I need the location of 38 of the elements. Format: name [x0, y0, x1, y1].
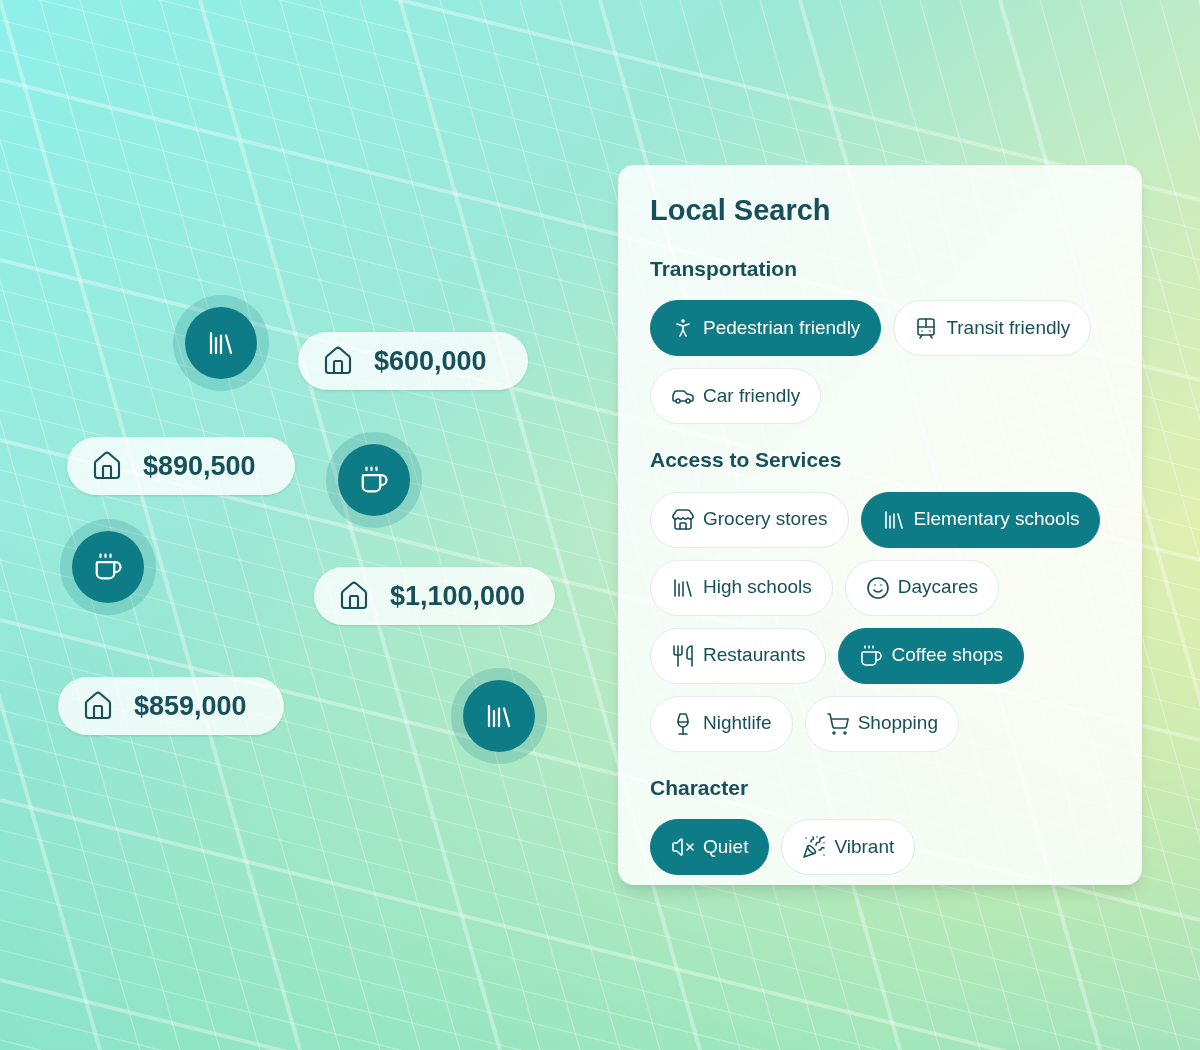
filter-chip[interactable]: Daycares: [844, 559, 1000, 616]
filter-chip[interactable]: Pedestrian friendly: [650, 300, 882, 356]
filter-chip[interactable]: Nightlife: [650, 695, 793, 752]
price-tag[interactable]: $600,000: [298, 332, 528, 390]
map-marker[interactable]: [60, 519, 156, 615]
coffee-cup-icon: [859, 643, 884, 668]
house-icon: [322, 345, 354, 377]
filter-chip[interactable]: Restaurants: [650, 627, 827, 684]
house-icon: [82, 690, 114, 722]
filter-chip[interactable]: Car friendly: [650, 368, 822, 424]
utensils-icon: [671, 643, 695, 668]
shopping-cart-icon: [825, 711, 850, 736]
price-tag[interactable]: $859,000: [58, 677, 284, 735]
filter-chip[interactable]: High schools: [650, 559, 833, 616]
filter-chip[interactable]: Elementary schools: [860, 491, 1101, 548]
coffee-cup-icon: [93, 552, 123, 582]
section-heading: Transportation: [650, 255, 798, 282]
section-heading: Access to Services: [650, 447, 843, 473]
filter-chip[interactable]: Shopping: [804, 695, 959, 752]
party-popper-icon: [802, 835, 827, 859]
filter-chip[interactable]: Quiet: [650, 819, 770, 875]
filter-chip[interactable]: Grocery stores: [650, 491, 849, 548]
smiley-face-icon: [865, 575, 890, 600]
panel-title: Local Search: [650, 193, 832, 228]
house-icon: [91, 450, 123, 482]
filter-chip[interactable]: Coffee shops: [838, 627, 1025, 684]
price-tag[interactable]: $890,500: [67, 437, 295, 495]
map-marker[interactable]: [173, 295, 269, 391]
mute-speaker-icon: [671, 835, 695, 859]
filter-chip[interactable]: Vibrant: [781, 819, 916, 875]
house-icon: [338, 580, 370, 612]
map-marker[interactable]: [326, 432, 422, 528]
coffee-cup-icon: [359, 465, 389, 495]
price-tag[interactable]: $1,100,000: [314, 567, 555, 625]
store-icon: [671, 507, 695, 532]
section-heading: Character: [650, 774, 750, 801]
filter-chip[interactable]: Transit friendly: [893, 300, 1092, 356]
map-marker[interactable]: [451, 668, 547, 764]
